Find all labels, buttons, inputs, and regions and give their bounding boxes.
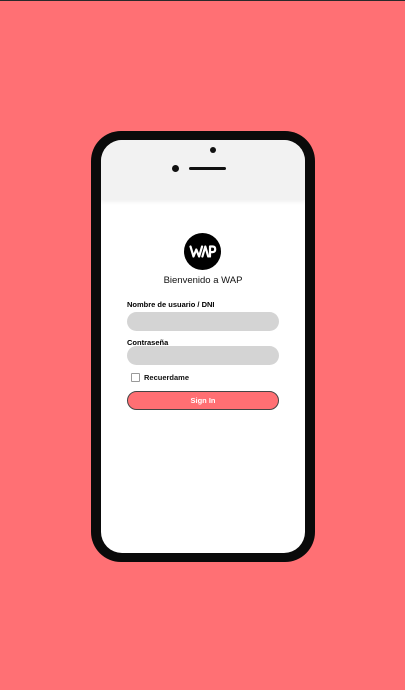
phone-frame: Bienvenido a WAP Nombre de usuario / DNI… xyxy=(91,131,315,562)
password-input[interactable] xyxy=(127,346,279,365)
remember-me-checkbox[interactable] xyxy=(131,373,140,382)
phone-top-bar xyxy=(101,140,305,200)
remember-me-label: Recuerdame xyxy=(144,373,190,382)
welcome-title: Bienvenido a WAP xyxy=(163,275,243,286)
sign-in-button[interactable]: Sign In xyxy=(127,391,279,410)
camera-icon xyxy=(210,147,216,153)
remember-me-row[interactable]: Recuerdame xyxy=(131,373,189,382)
username-label: Nombre de usuario / DNI xyxy=(127,300,215,309)
page-top-border xyxy=(0,0,405,1)
phone-screen: Bienvenido a WAP Nombre de usuario / DNI… xyxy=(101,140,305,553)
front-sensor-icon xyxy=(172,165,179,172)
wap-logo-icon xyxy=(184,233,221,270)
speaker-icon xyxy=(189,167,226,170)
username-input[interactable] xyxy=(127,312,279,331)
